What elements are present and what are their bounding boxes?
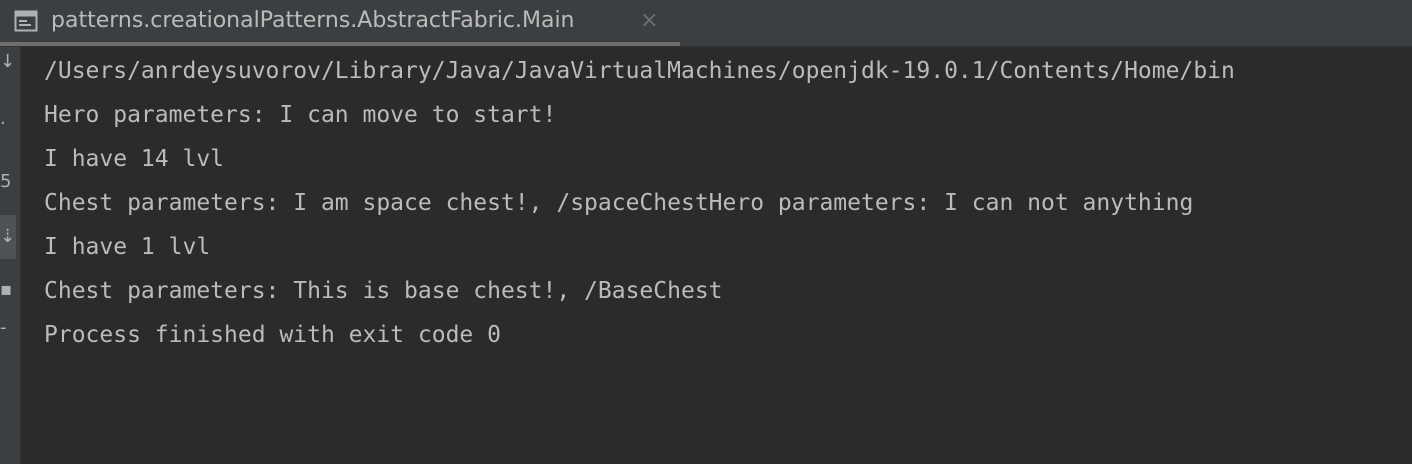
run-tab[interactable]: patterns.creationalPatterns.AbstractFabr… [0, 0, 680, 46]
console-line: I have 14 lvl [44, 146, 225, 172]
console-line: I have 1 lvl [44, 234, 211, 260]
active-tab-indicator [0, 42, 680, 46]
console-line: Chest parameters: I am space chest!, /sp… [44, 190, 1194, 216]
scroll-to-end-icon[interactable]: ⇣ [0, 215, 16, 259]
console-output[interactable]: /Users/anrdeysuvorov/Library/Java/JavaVi… [21, 47, 1412, 464]
rerun-icon[interactable]: ↓ [0, 47, 16, 77]
stop-icon[interactable]: · [0, 109, 16, 139]
console-line: Hero parameters: I can move to start! [44, 102, 557, 128]
print-icon[interactable]: ▪ [0, 275, 16, 305]
console-window-icon [14, 10, 38, 32]
close-icon[interactable]: × [640, 10, 660, 32]
soft-wrap-icon[interactable]: 5 [0, 167, 16, 197]
console-toolbar: ↓ · 5 ⇣ ▪ - [0, 47, 21, 464]
console-line-command: /Users/anrdeysuvorov/Library/Java/JavaVi… [44, 58, 1235, 84]
console-line: Chest parameters: This is base chest!, /… [44, 278, 723, 304]
trash-icon[interactable]: - [0, 313, 16, 343]
console-line-exit-status: Process finished with exit code 0 [44, 322, 501, 348]
run-tab-title: patterns.creationalPatterns.AbstractFabr… [51, 8, 575, 33]
run-console-window: patterns.creationalPatterns.AbstractFabr… [0, 0, 1412, 464]
run-tab-bar: patterns.creationalPatterns.AbstractFabr… [0, 0, 1412, 47]
